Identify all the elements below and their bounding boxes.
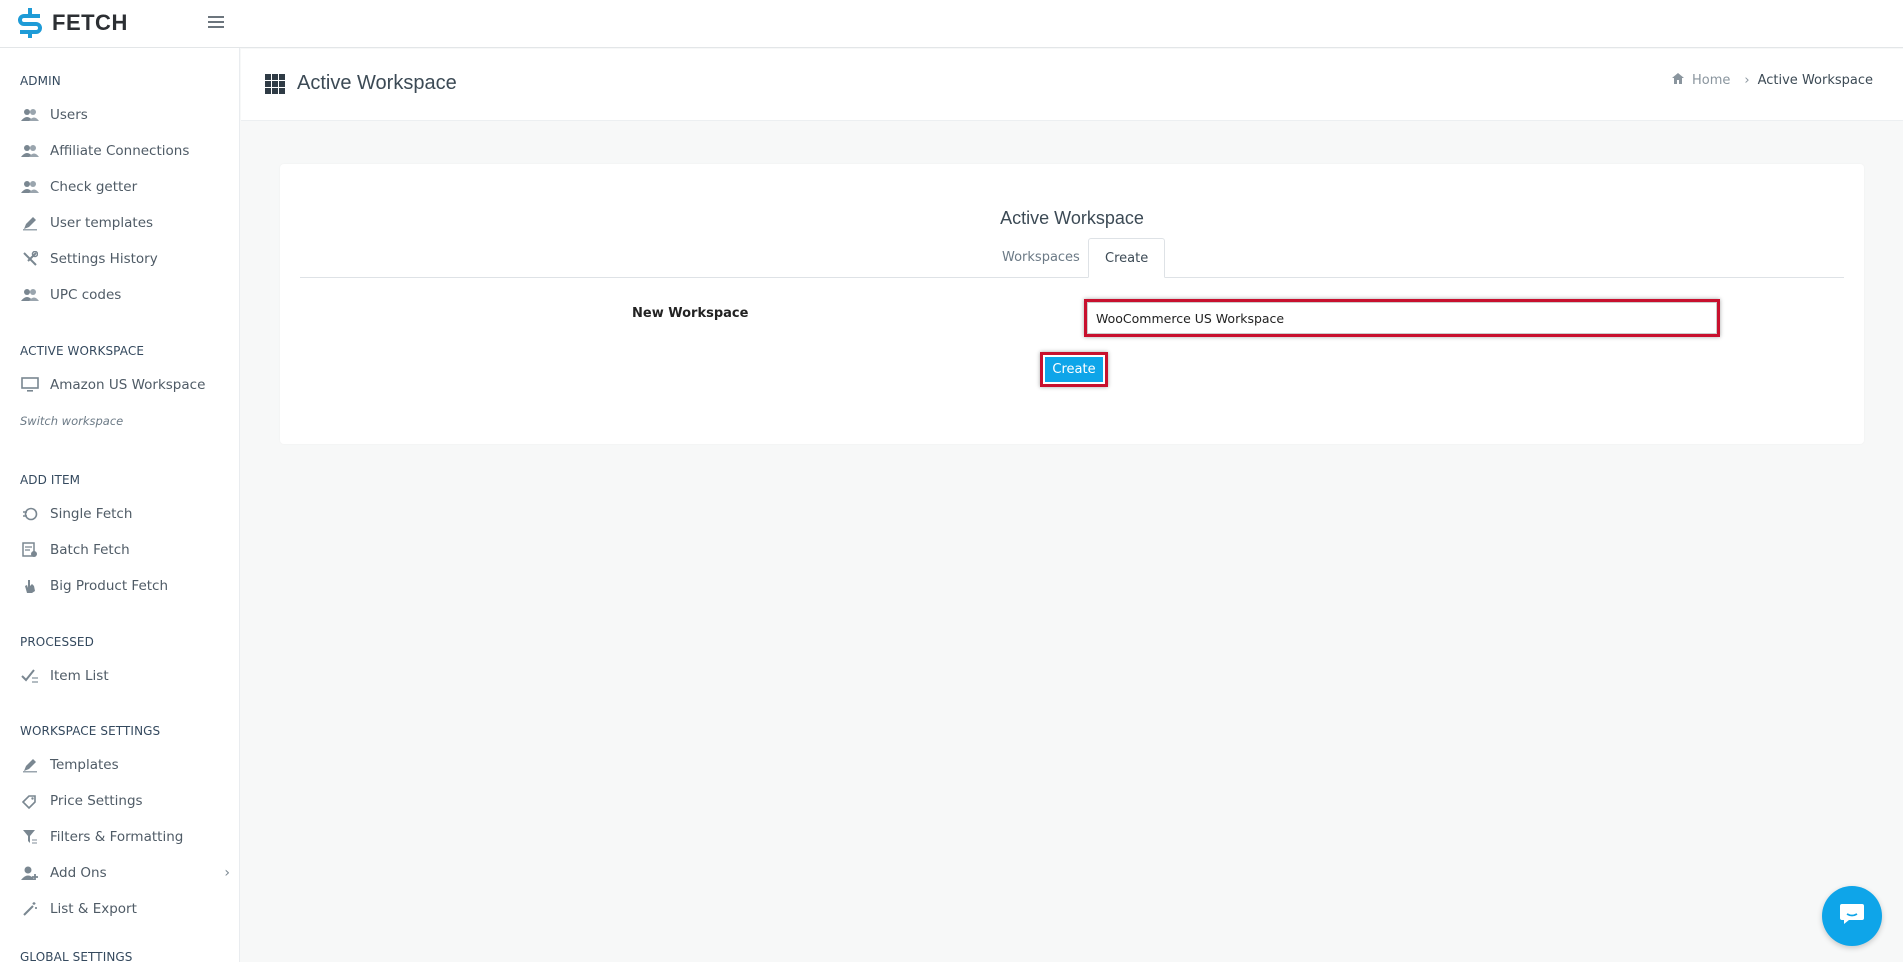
chat-icon — [1839, 903, 1865, 929]
sidebar-section-workspace-settings: WORKSPACE SETTINGS — [20, 724, 161, 738]
tab-workspaces[interactable]: Workspaces — [986, 238, 1096, 278]
sidebar-item-upc-codes[interactable]: UPC codes — [20, 281, 230, 309]
sidebar-item-label: Single Fetch — [50, 506, 133, 522]
top-bar: FETCH — [0, 0, 1903, 48]
batch-icon — [20, 541, 40, 559]
sidebar-section-add-item: ADD ITEM — [20, 473, 81, 487]
fetch-logo-icon — [16, 8, 44, 38]
sidebar-item-label: Item List — [50, 668, 109, 684]
sidebar-item-single-fetch[interactable]: Single Fetch — [20, 500, 230, 528]
sidebar-item-label: UPC codes — [50, 287, 122, 303]
sidebar-item-label: Settings History — [50, 251, 158, 267]
sidebar-item-add-ons[interactable]: Add Ons › — [20, 859, 230, 887]
sidebar-item-label: Templates — [50, 757, 119, 773]
sidebar-item-user-templates[interactable]: User templates — [20, 209, 230, 237]
users-icon — [20, 142, 40, 160]
sidebar-item-affiliate-connections[interactable]: Affiliate Connections — [20, 137, 230, 165]
page-header: Active Workspace Home › Active Workspace — [241, 49, 1903, 121]
sidebar-item-label: Affiliate Connections — [50, 143, 190, 159]
sidebar-item-item-list[interactable]: Item List — [20, 662, 230, 690]
breadcrumb: Home › Active Workspace — [1672, 73, 1873, 88]
sidebar-item-label: Big Product Fetch — [50, 578, 169, 594]
button-highlight: Create — [1040, 352, 1108, 387]
sidebar-item-price-settings[interactable]: Price Settings — [20, 787, 230, 815]
app-name: FETCH — [52, 10, 128, 35]
chevron-right-icon: › — [224, 865, 230, 881]
sidebar-item-amazon-us-workspace[interactable]: Amazon US Workspace — [20, 371, 230, 399]
card-title: Active Workspace — [1000, 208, 1144, 228]
sidebar-item-templates[interactable]: Templates — [20, 751, 230, 779]
input-highlight — [1084, 299, 1720, 337]
page-title-text: Active Workspace — [297, 72, 457, 94]
sidebar-section-admin: ADMIN — [20, 74, 61, 88]
workspace-card: Active Workspace Workspaces Create New W… — [280, 164, 1864, 444]
home-icon — [1672, 73, 1684, 88]
sidebar-item-filters-formatting[interactable]: Filters & Formatting — [20, 823, 230, 851]
sidebar-item-label: Amazon US Workspace — [50, 377, 206, 393]
hamburger-menu-icon[interactable] — [208, 14, 224, 30]
sidebar-item-label: Add Ons — [50, 865, 107, 881]
app-logo[interactable]: FETCH — [16, 8, 128, 38]
users-icon — [20, 106, 40, 124]
sidebar-item-label: Users — [50, 107, 88, 123]
fetch-icon — [20, 505, 40, 523]
sidebar-item-check-getter[interactable]: Check getter — [20, 173, 230, 201]
switch-workspace-link[interactable]: Switch workspace — [20, 414, 123, 428]
wand-icon — [20, 900, 40, 918]
user-add-icon — [20, 864, 40, 882]
page-title: Active Workspace — [265, 72, 457, 95]
sidebar-section-processed: PROCESSED — [20, 635, 94, 649]
users-icon — [20, 286, 40, 304]
new-workspace-label: New Workspace — [632, 306, 749, 321]
sidebar-item-users[interactable]: Users — [20, 101, 230, 129]
sidebar-item-batch-fetch[interactable]: Batch Fetch — [20, 536, 230, 564]
sidebar: ADMIN Users Affiliate Connections Check … — [0, 48, 240, 962]
chevron-right-icon: › — [1744, 73, 1750, 88]
sidebar-item-label: Price Settings — [50, 793, 143, 809]
sidebar-item-label: Filters & Formatting — [50, 829, 184, 845]
sidebar-item-big-product-fetch[interactable]: Big Product Fetch — [20, 572, 230, 600]
checklist-icon — [20, 667, 40, 685]
filter-icon — [20, 828, 40, 846]
tag-icon — [20, 792, 40, 810]
hand-icon — [20, 577, 40, 595]
sidebar-item-settings-history[interactable]: Settings History — [20, 245, 230, 273]
monitor-icon — [20, 376, 40, 394]
sidebar-item-list-export[interactable]: List & Export — [20, 895, 230, 923]
sidebar-section-global-settings: GLOBAL SETTINGS — [20, 950, 133, 962]
chat-widget-button[interactable] — [1822, 886, 1882, 946]
sidebar-section-active-workspace: ACTIVE WORKSPACE — [20, 344, 145, 358]
sidebar-item-label: Batch Fetch — [50, 542, 130, 558]
edit-icon — [20, 214, 40, 232]
sidebar-item-label: Check getter — [50, 179, 138, 195]
breadcrumb-home-link[interactable]: Home — [1692, 73, 1730, 88]
create-button[interactable]: Create — [1045, 357, 1103, 382]
new-workspace-input[interactable] — [1087, 302, 1717, 334]
sidebar-item-label: User templates — [50, 215, 154, 231]
tab-create[interactable]: Create — [1088, 238, 1166, 278]
sidebar-item-label: List & Export — [50, 901, 137, 917]
edit-icon — [20, 756, 40, 774]
users-icon — [20, 178, 40, 196]
breadcrumb-current: Active Workspace — [1757, 73, 1873, 88]
grid-icon — [265, 73, 285, 94]
tools-icon — [20, 250, 40, 268]
